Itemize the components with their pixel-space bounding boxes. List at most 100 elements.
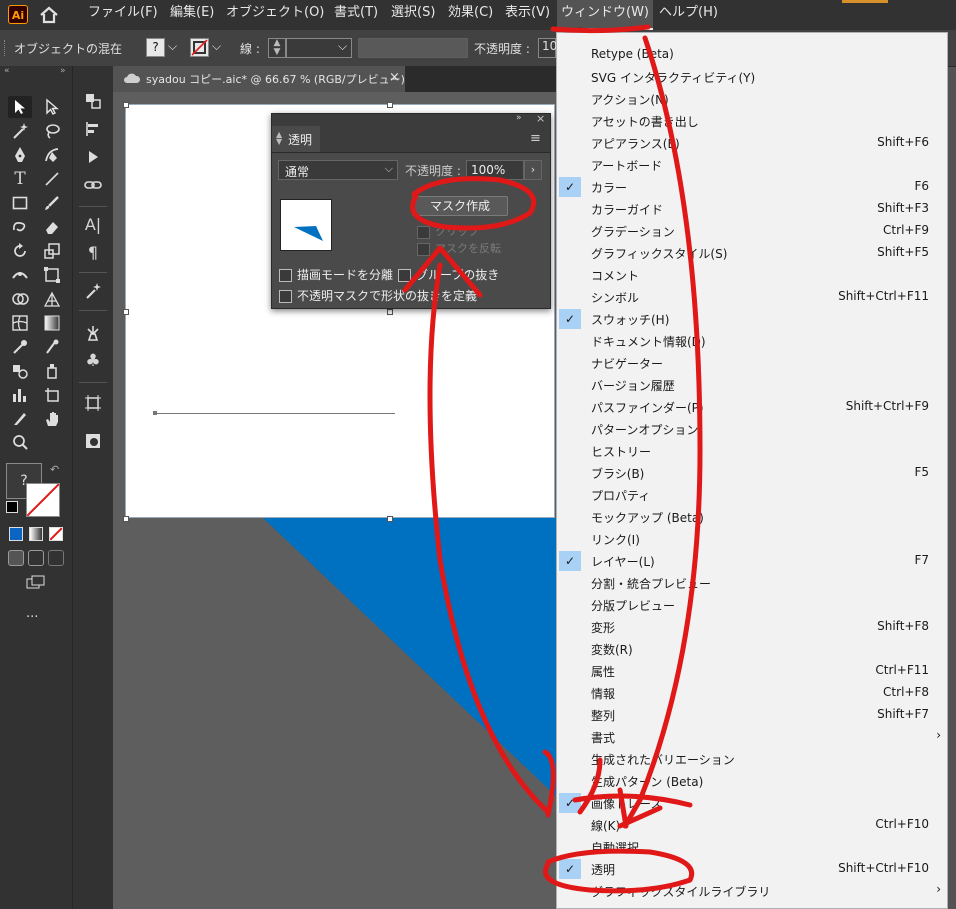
- selection-tool-icon[interactable]: [8, 96, 32, 118]
- window-menu-item[interactable]: コメント: [557, 264, 947, 286]
- window-menu-item[interactable]: ナビゲーター: [557, 352, 947, 374]
- draw-normal-icon[interactable]: [8, 550, 24, 566]
- window-menu-item[interactable]: ヒストリー: [557, 440, 947, 462]
- window-menu-item[interactable]: 自動選択: [557, 836, 947, 858]
- document-tab[interactable]: syadou コピー.aic* @ 66.67 % (RGB/プレビュー) ×: [113, 66, 405, 92]
- window-menu-item[interactable]: シンボル Shift+Ctrl+F11: [557, 286, 947, 308]
- hand-tool-icon[interactable]: [40, 408, 64, 430]
- blend-mode-select[interactable]: 通常 ⌵: [278, 160, 398, 180]
- menu-object[interactable]: オブジェクト(O): [222, 0, 328, 28]
- fill-swatch[interactable]: ?: [146, 38, 165, 57]
- swap-fill-stroke-icon[interactable]: ↶: [50, 463, 59, 476]
- puppet-warp-icon[interactable]: [81, 322, 105, 344]
- panel-menu-icon[interactable]: ≡: [530, 131, 541, 146]
- free-transform-tool-icon[interactable]: [40, 264, 64, 286]
- lasso-tool-icon[interactable]: [40, 120, 64, 142]
- window-menu-item[interactable]: アセットの書き出し: [557, 110, 947, 132]
- window-menu-item[interactable]: Retype (Beta): [557, 44, 947, 66]
- slice-tool-icon[interactable]: [8, 408, 32, 430]
- menu-file[interactable]: ファイル(F): [84, 0, 162, 28]
- shaper-tool-icon[interactable]: [8, 216, 32, 238]
- direct-selection-tool-icon[interactable]: [40, 96, 64, 118]
- zoom-tool-icon[interactable]: [8, 432, 32, 454]
- window-menu-item[interactable]: 生成されたバリエーション: [557, 748, 947, 770]
- selection-handle[interactable]: [123, 516, 129, 522]
- eyedropper-tool-icon[interactable]: [8, 336, 32, 358]
- window-menu-item[interactable]: 分版プレビュー: [557, 594, 947, 616]
- rectangle-tool-icon[interactable]: [8, 192, 32, 214]
- menu-select[interactable]: 選択(S): [387, 0, 439, 28]
- window-menu-item[interactable]: 線(K) Ctrl+F10: [557, 814, 947, 836]
- stroke-dropdown-icon[interactable]: ⌵: [212, 39, 221, 54]
- window-menu-item[interactable]: グラフィックスタイル(S) Shift+F5: [557, 242, 947, 264]
- stroke-weight-dropdown-icon[interactable]: ⌵: [338, 39, 347, 54]
- menu-window[interactable]: ウィンドウ(W): [557, 0, 653, 30]
- measure-tool-icon[interactable]: [40, 336, 64, 358]
- stroke-none-swatch[interactable]: [26, 483, 60, 517]
- opacity-popup-button[interactable]: ›: [524, 160, 542, 180]
- window-menu-item[interactable]: 書式 ›: [557, 726, 947, 748]
- panel-collapse-icon[interactable]: «: [4, 66, 10, 76]
- window-menu-item[interactable]: グラフィックスタイルライブラリ ›: [557, 880, 947, 902]
- window-menu-item[interactable]: ✓ レイヤー(L) F7: [557, 550, 947, 572]
- artboards-icon[interactable]: [81, 392, 105, 414]
- window-menu-item[interactable]: 整列 Shift+F7: [557, 704, 947, 726]
- window-menu-item[interactable]: グラデーション Ctrl+F9: [557, 220, 947, 242]
- window-menu-item[interactable]: ドキュメント情報(D): [557, 330, 947, 352]
- transparency-panel-icon[interactable]: [81, 430, 105, 452]
- panel-collapse-right-icon[interactable]: »: [60, 66, 66, 76]
- edit-toolbar-icon[interactable]: ...: [26, 606, 38, 621]
- window-menu-item[interactable]: カラーガイド Shift+F3: [557, 198, 947, 220]
- opacity-input[interactable]: 10: [538, 38, 557, 58]
- selection-handle[interactable]: [387, 102, 393, 108]
- selection-handle[interactable]: [123, 309, 129, 315]
- selection-handle[interactable]: [387, 516, 393, 522]
- magic-wand-tool-icon[interactable]: [8, 120, 32, 142]
- stroke-weight-stepper[interactable]: ▲ ▼: [268, 38, 286, 58]
- window-menu-item[interactable]: リンク(I): [557, 528, 947, 550]
- opacity-mask-define-checkbox[interactable]: 不透明マスクで形状の抜きを定義: [279, 287, 477, 304]
- gradient-tool-icon[interactable]: [40, 312, 64, 334]
- paragraph-icon[interactable]: ¶: [81, 242, 105, 264]
- rotate-tool-icon[interactable]: [8, 240, 32, 262]
- gradient-mode-icon[interactable]: [29, 527, 43, 541]
- anchor-point[interactable]: [153, 411, 157, 415]
- align-icon[interactable]: [81, 118, 105, 140]
- invert-mask-checkbox[interactable]: マスクを反転: [417, 240, 501, 256]
- perspective-grid-tool-icon[interactable]: [40, 288, 64, 310]
- magic-sparkle-icon[interactable]: [81, 280, 105, 302]
- app-logo[interactable]: Ai: [8, 5, 28, 24]
- none-mode-icon[interactable]: [49, 527, 63, 541]
- window-menu-item[interactable]: アピアランス(E) Shift+F6: [557, 132, 947, 154]
- menu-view[interactable]: 表示(V): [501, 0, 554, 28]
- window-menu-item[interactable]: パターンオプション: [557, 418, 947, 440]
- isolate-blending-checkbox[interactable]: 描画モードを分離: [279, 266, 393, 283]
- paintbrush-tool-icon[interactable]: [40, 192, 64, 214]
- variable-width-profile[interactable]: [358, 38, 468, 58]
- opacity-input[interactable]: 100%: [466, 160, 524, 180]
- window-menu-item[interactable]: 変数(R): [557, 638, 947, 660]
- scale-tool-icon[interactable]: [40, 240, 64, 262]
- window-menu-item[interactable]: ✓ 画像トレース: [557, 792, 947, 814]
- window-menu-item[interactable]: アクション(N): [557, 88, 947, 110]
- clip-checkbox[interactable]: クリップ: [417, 223, 479, 239]
- window-menu-item[interactable]: モックアップ (Beta): [557, 506, 947, 528]
- width-tool-icon[interactable]: [8, 264, 32, 286]
- close-tab-icon[interactable]: ×: [389, 70, 400, 85]
- fill-dropdown-icon[interactable]: ⌵: [168, 39, 177, 54]
- window-menu-item[interactable]: ✓ スウォッチ(H): [557, 308, 947, 330]
- color-mode-icon[interactable]: [9, 527, 23, 541]
- home-icon[interactable]: [38, 5, 60, 25]
- blend-tool-icon[interactable]: [8, 360, 32, 382]
- window-menu-item[interactable]: SVG インタラクティビティ(Y): [557, 66, 947, 88]
- layers-stack-icon[interactable]: [81, 90, 105, 112]
- window-menu-item[interactable]: ✓ カラー F6: [557, 176, 947, 198]
- pen-tool-icon[interactable]: [8, 144, 32, 166]
- window-menu-item[interactable]: 属性 Ctrl+F11: [557, 660, 947, 682]
- artboard-tool-icon[interactable]: [40, 384, 64, 406]
- eraser-tool-icon[interactable]: [40, 216, 64, 238]
- type-tool-icon[interactable]: T: [8, 168, 32, 190]
- window-menu-item[interactable]: ✓ 透明 Shift+Ctrl+F10: [557, 858, 947, 880]
- window-menu-item[interactable]: バージョン履歴: [557, 374, 947, 396]
- character-icon[interactable]: A|: [81, 214, 105, 236]
